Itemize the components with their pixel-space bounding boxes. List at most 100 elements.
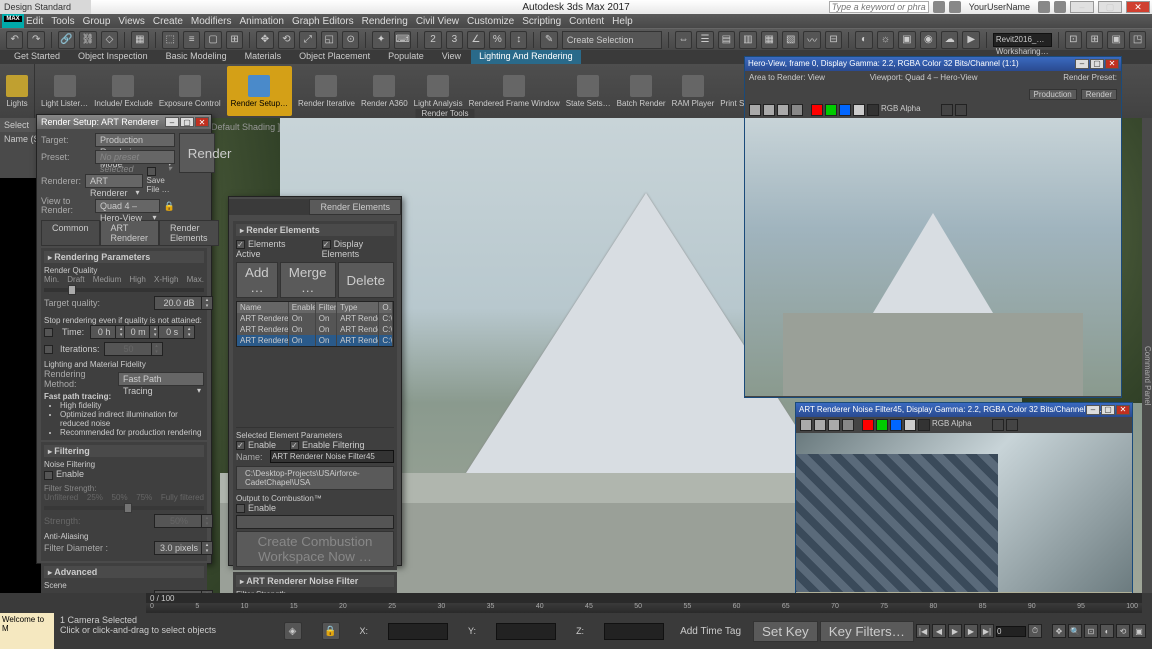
elactive-chk[interactable] [236, 240, 245, 249]
render-execute-button[interactable]: Render [179, 133, 215, 173]
fb2-red-channel[interactable] [862, 419, 874, 431]
menu-content[interactable]: Content [569, 16, 604, 27]
fb1-min[interactable]: – [1075, 59, 1089, 69]
fb1-production-button[interactable]: Production [1029, 89, 1077, 100]
quality-slider[interactable] [44, 288, 204, 292]
infocenter-icon[interactable] [933, 1, 945, 13]
keyfilters-button[interactable]: Key Filters… [820, 621, 914, 642]
layers4-button[interactable]: ▧ [782, 31, 799, 49]
fb2-overlay-icon[interactable] [1006, 419, 1018, 431]
mirror-button[interactable]: ⇔ [675, 31, 692, 49]
filter-dia-spinner[interactable]: 3.0 pixels [154, 541, 204, 555]
iter-spinner[interactable]: 50 [104, 342, 154, 356]
maxscript-mini[interactable]: Welcome to M [0, 613, 54, 649]
rotate-button[interactable]: ⟲ [278, 31, 295, 49]
move-button[interactable]: ✥ [256, 31, 273, 49]
select-button[interactable]: ⬚ [162, 31, 179, 49]
exchange-icon[interactable] [1038, 1, 1050, 13]
fb2-titlebar[interactable]: ART Renderer Noise Filter45, Display Gam… [796, 403, 1132, 417]
help-icon[interactable] [1054, 1, 1066, 13]
menu-group[interactable]: Group [83, 16, 111, 27]
rfw-ribbon-button[interactable]: Rendered Frame Window [469, 66, 560, 116]
time-s-spinner[interactable]: 0 s [158, 325, 186, 339]
fb1-clone-icon[interactable] [777, 104, 789, 116]
fb1-blue-channel[interactable] [839, 104, 851, 116]
fb2-max[interactable]: ▢ [1101, 405, 1115, 415]
fb1-alpha-dropdown[interactable]: RGB Alpha [881, 104, 931, 116]
fb1-area-dropdown[interactable]: View [808, 73, 858, 85]
isolate-button[interactable]: ◈ [284, 622, 302, 640]
render-prod-button[interactable]: ◉ [920, 31, 937, 49]
close-button[interactable]: ✕ [1126, 1, 1150, 13]
toolbar-x4[interactable]: ◳ [1129, 31, 1146, 49]
fb1-mono-channel[interactable] [867, 104, 879, 116]
rs-tab-common[interactable]: Common [41, 220, 100, 246]
fb1-copy-icon[interactable] [763, 104, 775, 116]
scale-button[interactable]: ⤢ [299, 31, 316, 49]
time-config-button[interactable]: ⏱ [1028, 624, 1042, 638]
exposure-control-button[interactable]: Exposure Control [159, 66, 221, 116]
fb1-overlay-icon[interactable] [955, 104, 967, 116]
re-add-button[interactable]: Add … [236, 262, 278, 298]
current-frame-input[interactable] [996, 626, 1026, 637]
search-input[interactable] [829, 1, 929, 13]
material-editor-button[interactable]: ◐ [855, 31, 872, 49]
re-path-button[interactable]: C:\Desktop-Projects\USAirforce-CadetChap… [236, 466, 394, 490]
re-hdr[interactable]: Render Elements [236, 224, 394, 236]
zoom-extents-button[interactable]: ⊡ [1084, 624, 1098, 638]
fb2-mono-channel[interactable] [918, 419, 930, 431]
fb2-alpha-dropdown[interactable]: RGB Alpha [932, 419, 982, 431]
refcoord-button[interactable]: ◱ [321, 31, 338, 49]
re-row-1[interactable]: ART Renderer N…OnOnART Rendere…C:\ [237, 324, 393, 335]
include-exclude-button[interactable]: Include/ Exclude [94, 66, 153, 116]
bind-button[interactable]: ◇ [101, 31, 118, 49]
menu-scripting[interactable]: Scripting [522, 16, 561, 27]
rs-tab-elements[interactable]: Render Elements [159, 220, 219, 246]
render-button[interactable]: ▶ [962, 31, 979, 49]
light-lister-button[interactable]: Light Lister… [41, 66, 88, 116]
layers2-button[interactable]: ▥ [739, 31, 756, 49]
orbit-button[interactable]: ⟲ [1116, 624, 1130, 638]
fb1-toggle-icon[interactable] [941, 104, 953, 116]
fb1-viewport-dropdown[interactable]: Quad 4 – Hero-View [905, 73, 985, 85]
time-h-spinner[interactable]: 0 h [90, 325, 118, 339]
fb1-max[interactable]: ▢ [1090, 59, 1104, 69]
re-merge-button[interactable]: Merge … [280, 262, 336, 298]
namedselset-button[interactable]: ✎ [540, 31, 557, 49]
re-row-2[interactable]: ART Renderer N…OnOnART Rendere…C:\ [237, 335, 393, 346]
combust-path-input[interactable] [236, 515, 394, 529]
window-cross-button[interactable]: ⊞ [226, 31, 243, 49]
pan-button[interactable]: ✥ [1052, 624, 1066, 638]
lights-dropdown[interactable]: Lights [6, 66, 28, 116]
fb1-titlebar[interactable]: Hero-View, frame 0, Display Gamma: 2.2, … [745, 57, 1121, 71]
next-frame-button[interactable]: ▶ [964, 624, 978, 638]
percentsnap-button[interactable]: % [489, 31, 506, 49]
selectfilter[interactable]: ▦ [131, 31, 148, 49]
layers3-button[interactable]: ▦ [761, 31, 778, 49]
rs-max-button[interactable]: ▢ [180, 117, 194, 127]
re-name-input[interactable] [270, 450, 394, 463]
toolbar-x3[interactable]: ▣ [1107, 31, 1124, 49]
fb2-copy-icon[interactable] [814, 419, 826, 431]
render-a360-ribbon-button[interactable]: Render A360 [361, 66, 408, 116]
ribtab-0[interactable]: Get Started [6, 50, 68, 64]
signin-icon[interactable] [949, 1, 961, 13]
menu-help[interactable]: Help [612, 16, 633, 27]
advanced-hdr[interactable]: Advanced [44, 566, 204, 578]
re-table[interactable]: Name Enabled Filter Type O… ART Renderer… [236, 301, 394, 347]
target-dropdown[interactable]: Production Rendering Mode [95, 133, 175, 147]
ribtab-4[interactable]: Object Placement [291, 50, 378, 64]
link-button[interactable]: 🔗 [58, 31, 75, 49]
z-input[interactable] [604, 623, 664, 640]
maximize-button[interactable]: ▢ [1098, 1, 1122, 13]
preset-dropdown[interactable]: No preset selected [95, 150, 175, 164]
render-setup-button[interactable]: ☼ [877, 31, 894, 49]
fb1-red-channel[interactable] [811, 104, 823, 116]
re-delete-button[interactable]: Delete [338, 262, 395, 298]
re-tab[interactable]: Render Elements [309, 199, 401, 215]
fb2-clone-icon[interactable] [828, 419, 840, 431]
ribtab-6[interactable]: View [434, 50, 469, 64]
ribtab-3[interactable]: Materials [237, 50, 290, 64]
align-button[interactable]: ☰ [696, 31, 713, 49]
menu-views[interactable]: Views [118, 16, 145, 27]
